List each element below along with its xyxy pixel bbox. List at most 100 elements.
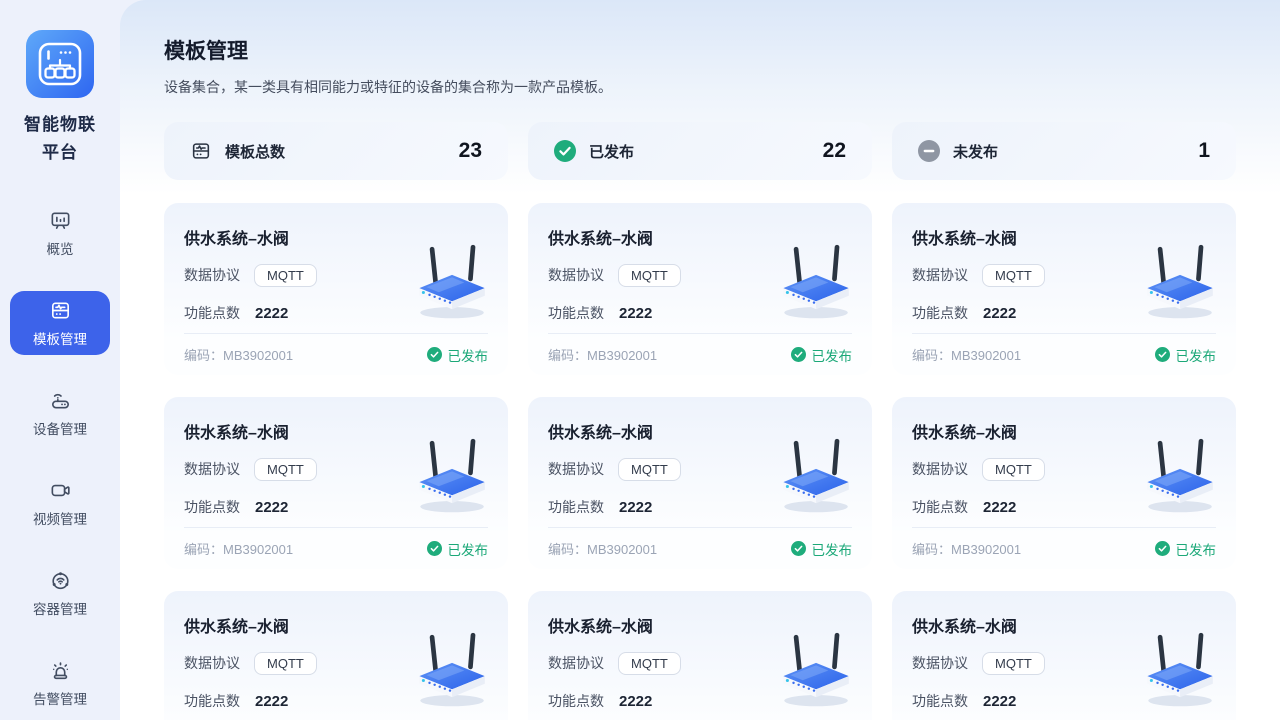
template-code: 编码：MB3902001 [548,345,657,364]
template-card[interactable]: 供水系统–水阀 数据协议 MQTT 功能点数 2222 编码：MB3902001… [164,397,508,569]
points-label: 功能点数 [912,691,968,711]
app-logo-icon [26,30,94,98]
check-circle-icon [427,347,442,362]
status-label: 已发布 [448,345,489,365]
status-badge: 已发布 [791,539,853,559]
template-card-footer: 编码：MB3902001 已发布 [548,333,852,375]
template-card-footer: 编码：MB3902001 已发布 [912,333,1216,375]
sidebar-item-label: 容器管理 [33,598,87,618]
points-value: 2222 [255,305,288,322]
app-title: 智能物联 平台 [24,111,96,166]
template-card-footer: 编码：MB3902001 已发布 [184,333,488,375]
stat-card-unpublished: 未发布 1 [892,122,1236,180]
template-card[interactable]: 供水系统–水阀 数据协议 MQTT 功能点数 2222 编码：MB3902001… [164,591,508,720]
stat-label: 未发布 [953,141,998,162]
protocol-label: 数据协议 [912,265,968,285]
protocol-label: 数据协议 [548,265,604,285]
sidebar-item-video[interactable]: 视频管理 [10,471,110,535]
router-image [406,433,494,517]
status-badge: 已发布 [1155,539,1217,559]
template-card[interactable]: 供水系统–水阀 数据协议 MQTT 功能点数 2222 编码：MB3902001… [528,591,872,720]
app-window: 智能物联 平台 概览 模板管理 [0,0,1280,720]
status-label: 已发布 [1176,539,1217,559]
points-label: 功能点数 [912,303,968,323]
points-value: 2222 [983,305,1016,322]
points-label: 功能点数 [184,303,240,323]
router-image [406,627,494,711]
status-label: 已发布 [448,539,489,559]
router-image [770,627,858,711]
sidebar-item-template[interactable]: 模板管理 [10,291,110,355]
template-icon [49,299,72,322]
minus-circle-icon [918,140,940,162]
points-label: 功能点数 [548,497,604,517]
protocol-badge: MQTT [982,458,1045,481]
stat-label: 模板总数 [225,141,285,162]
template-card[interactable]: 供水系统–水阀 数据协议 MQTT 功能点数 2222 编码：MB3902001… [892,203,1236,375]
protocol-label: 数据协议 [548,653,604,673]
protocol-label: 数据协议 [184,265,240,285]
protocol-label: 数据协议 [548,459,604,479]
points-value: 2222 [255,499,288,516]
template-total-icon [190,140,212,162]
protocol-label: 数据协议 [184,653,240,673]
template-card-footer: 编码：MB3902001 已发布 [548,527,852,569]
sidebar-item-label: 告警管理 [33,688,87,708]
points-value: 2222 [619,693,652,710]
router-image [770,433,858,517]
points-label: 功能点数 [548,303,604,323]
stat-label: 已发布 [589,141,634,162]
template-code: 编码：MB3902001 [912,345,1021,364]
protocol-badge: MQTT [618,458,681,481]
protocol-badge: MQTT [254,264,317,287]
status-badge: 已发布 [791,345,853,365]
template-grid: 供水系统–水阀 数据协议 MQTT 功能点数 2222 编码：MB3902001… [164,203,1236,720]
check-circle-icon [427,541,442,556]
template-card[interactable]: 供水系统–水阀 数据协议 MQTT 功能点数 2222 编码：MB3902001… [892,397,1236,569]
stat-value: 1 [1198,139,1210,163]
template-card[interactable]: 供水系统–水阀 数据协议 MQTT 功能点数 2222 编码：MB3902001… [528,397,872,569]
router-image [1134,433,1222,517]
sidebar-nav: 概览 模板管理 [10,201,110,715]
sidebar-item-device[interactable]: 设备管理 [10,381,110,445]
video-icon [49,479,72,502]
sidebar: 智能物联 平台 概览 模板管理 [0,0,120,720]
sidebar-item-alarm[interactable]: 告警管理 [10,651,110,715]
check-circle-icon [791,541,806,556]
router-image [1134,627,1222,711]
points-label: 功能点数 [184,691,240,711]
page-subtitle: 设备集合，某一类具有相同能力或特征的设备的集合称为一款产品模板。 [164,79,1236,96]
template-card[interactable]: 供水系统–水阀 数据协议 MQTT 功能点数 2222 编码：MB3902001… [892,591,1236,720]
protocol-label: 数据协议 [912,653,968,673]
protocol-label: 数据协议 [184,459,240,479]
sidebar-item-label: 视频管理 [33,508,87,528]
template-card[interactable]: 供水系统–水阀 数据协议 MQTT 功能点数 2222 编码：MB3902001… [164,203,508,375]
status-badge: 已发布 [427,345,489,365]
points-value: 2222 [983,693,1016,710]
sidebar-item-overview[interactable]: 概览 [10,201,110,265]
container-icon [49,569,72,592]
protocol-badge: MQTT [618,652,681,675]
points-label: 功能点数 [548,691,604,711]
router-image [406,239,494,323]
protocol-label: 数据协议 [912,459,968,479]
protocol-badge: MQTT [982,652,1045,675]
template-card-footer: 编码：MB3902001 已发布 [912,527,1216,569]
device-icon [49,389,72,412]
template-code: 编码：MB3902001 [912,539,1021,558]
stat-card-total: 模板总数 23 [164,122,508,180]
points-value: 2222 [619,305,652,322]
sidebar-item-container[interactable]: 容器管理 [10,561,110,625]
overview-icon [49,209,72,232]
template-code: 编码：MB3902001 [548,539,657,558]
template-card-footer: 编码：MB3902001 已发布 [184,527,488,569]
stats-row: 模板总数 23 已发布 22 未发布 1 [164,122,1236,180]
points-value: 2222 [983,499,1016,516]
content-area: 模板管理 设备集合，某一类具有相同能力或特征的设备的集合称为一款产品模板。 模板… [120,0,1280,720]
stat-card-published: 已发布 22 [528,122,872,180]
router-image [1134,239,1222,323]
protocol-badge: MQTT [254,458,317,481]
page-title: 模板管理 [164,40,1236,64]
stat-value: 22 [823,139,846,163]
template-card[interactable]: 供水系统–水阀 数据协议 MQTT 功能点数 2222 编码：MB3902001… [528,203,872,375]
